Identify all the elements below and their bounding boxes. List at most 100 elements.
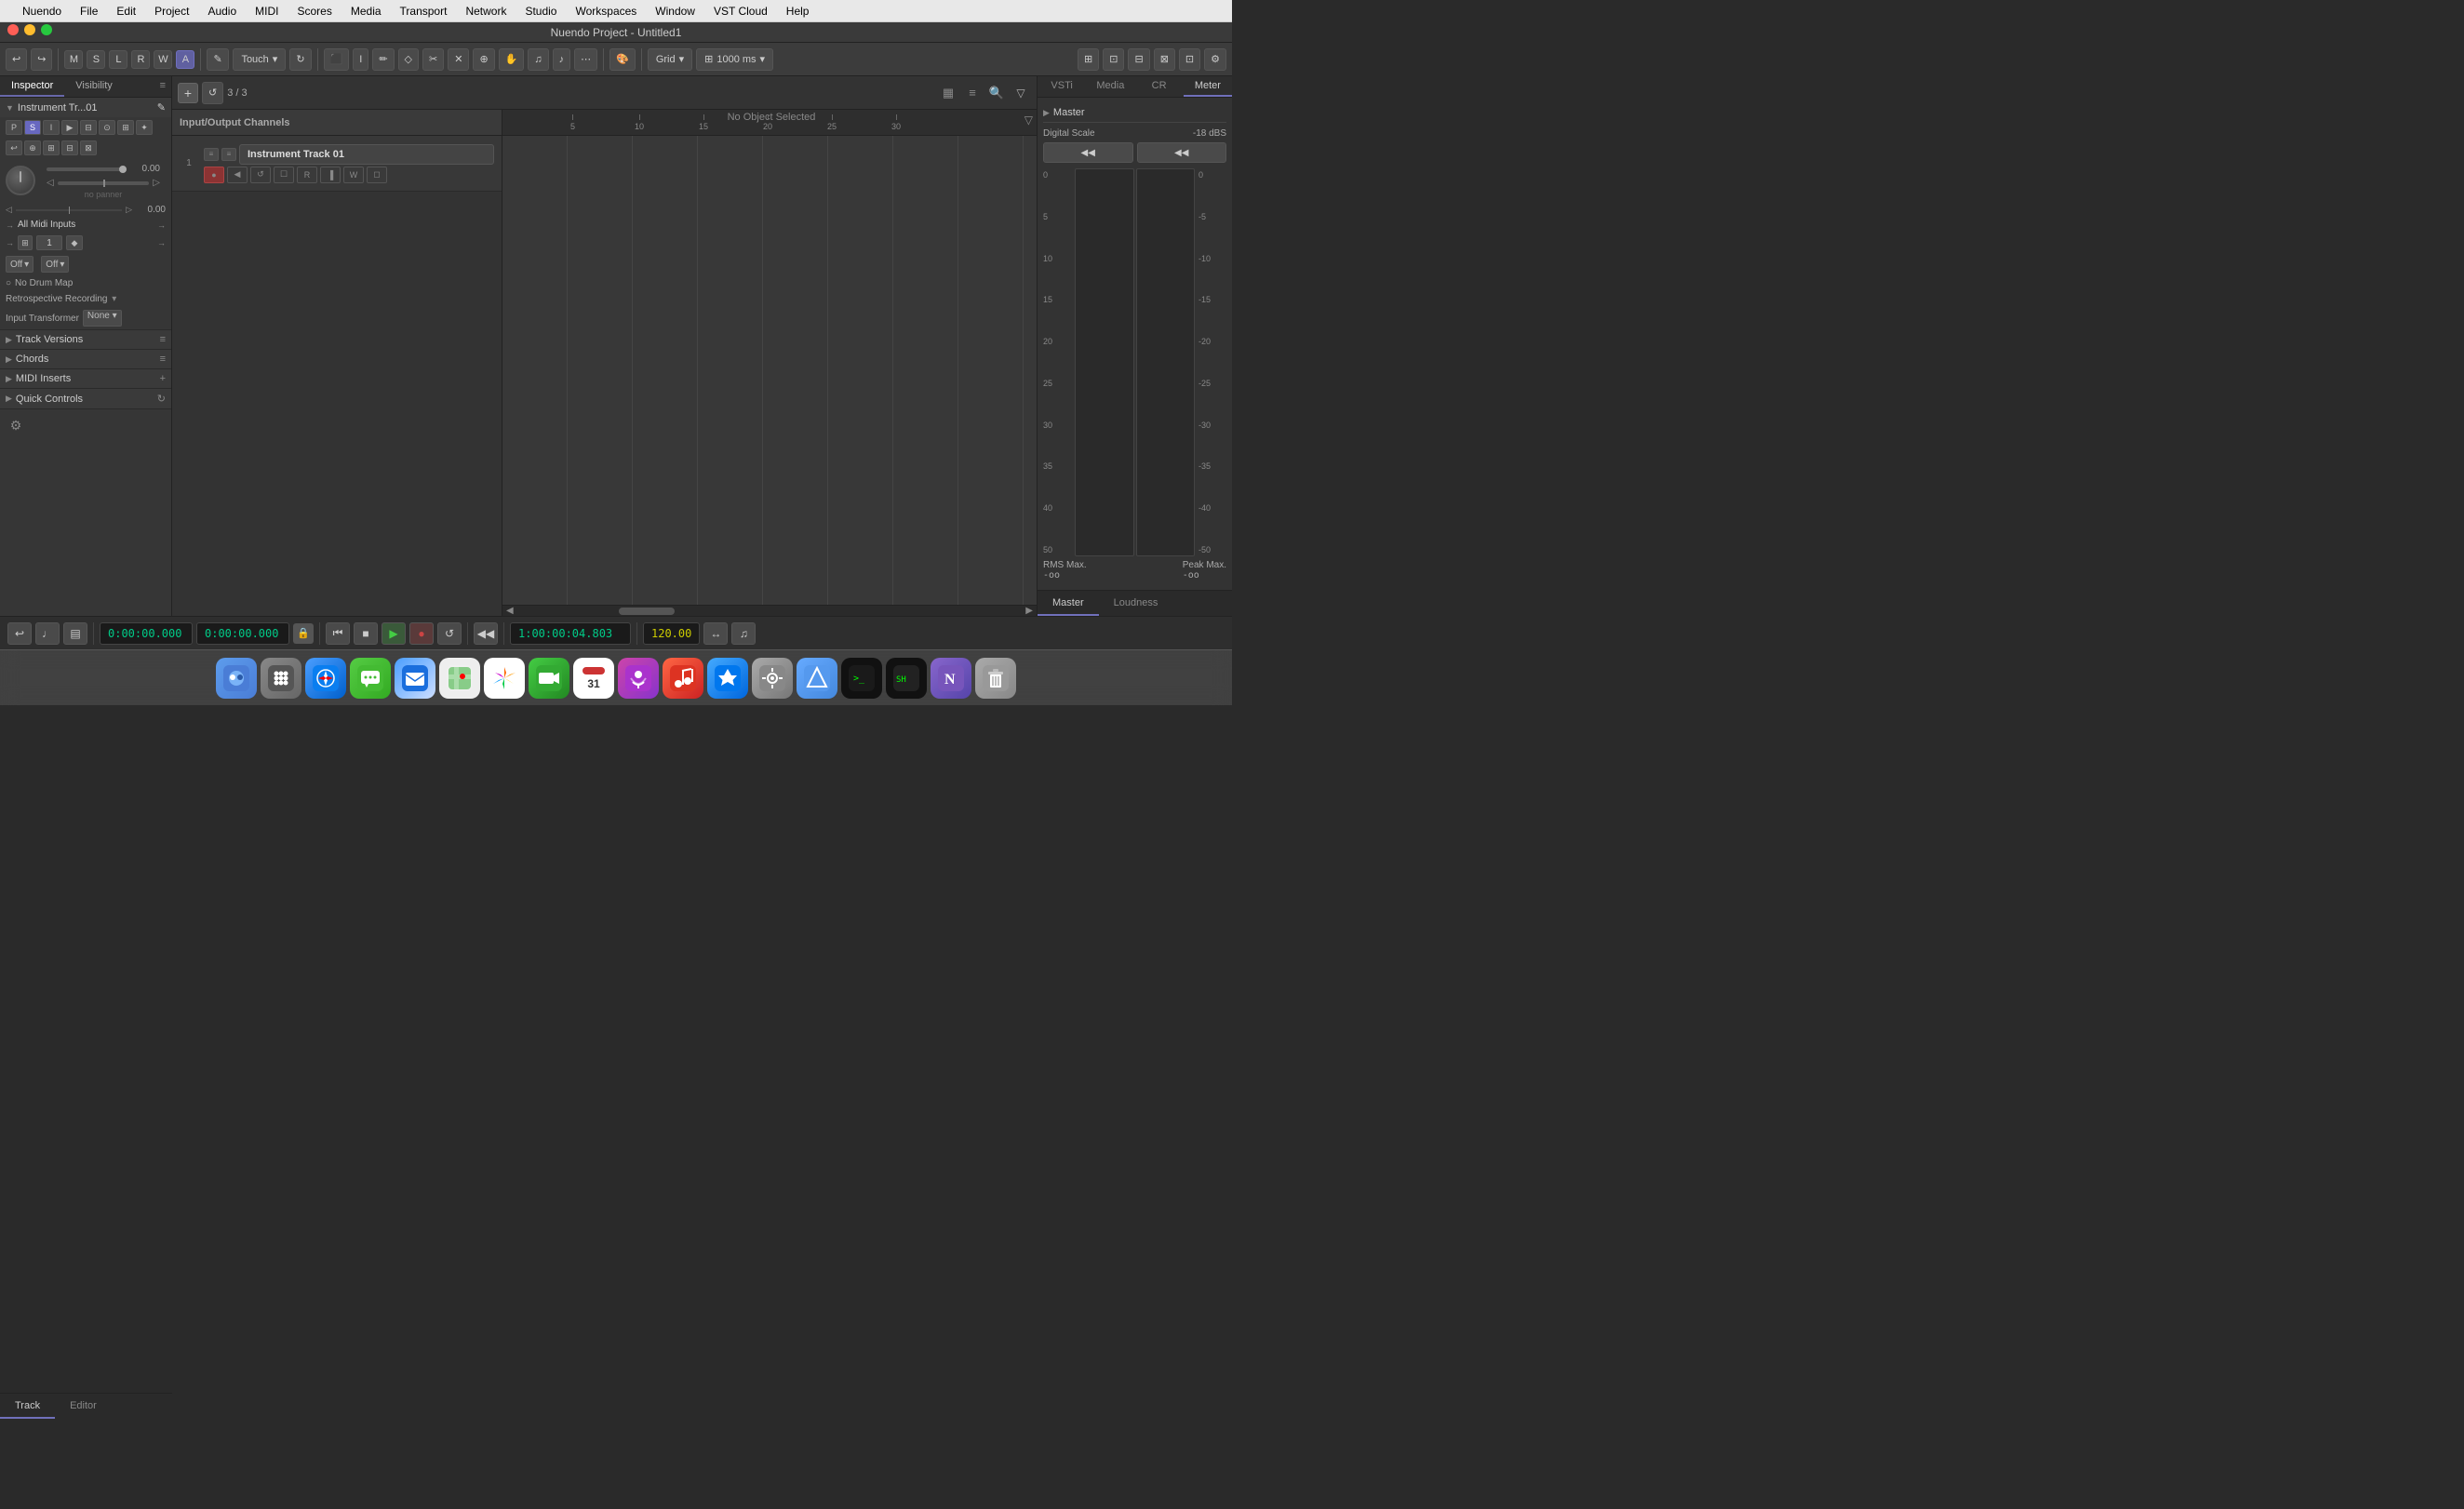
eraser-tool[interactable]: ◇ <box>398 48 419 71</box>
pencil-tool[interactable]: ✏ <box>372 48 394 71</box>
pan-slider[interactable] <box>58 181 150 185</box>
insp-btn-undo[interactable]: ↩ <box>6 140 22 155</box>
midi-inserts-header[interactable]: ▶ MIDI Inserts + <box>0 369 171 388</box>
track-r-btn[interactable]: R <box>297 167 317 183</box>
scroll-right-arrow[interactable]: ▶ <box>1025 606 1033 616</box>
menu-media[interactable]: Media <box>347 3 385 20</box>
track-reload-btn[interactable]: ↺ <box>250 167 271 183</box>
dock-item-settings[interactable] <box>752 658 793 699</box>
loudness-tab[interactable]: Loudness <box>1099 591 1173 616</box>
insp-btn-i[interactable]: I <box>43 120 60 135</box>
sync-btn[interactable]: ↔ <box>703 622 728 645</box>
close-button[interactable] <box>7 24 19 35</box>
auto-button[interactable]: ✎ <box>207 48 229 71</box>
qc-icon[interactable]: ↻ <box>157 393 166 405</box>
record-btn[interactable]: ● <box>409 622 434 645</box>
track-w-btn[interactable]: W <box>343 167 364 183</box>
end-time-display[interactable]: 1:00:00:04.803 <box>510 622 631 645</box>
quick-controls-header[interactable]: ▶ Quick Controls ↻ <box>0 389 171 408</box>
toolbar-right-3[interactable]: ⊟ <box>1128 48 1149 71</box>
range-tool[interactable]: I <box>353 48 368 71</box>
toolbar-right-2[interactable]: ⊡ <box>1103 48 1124 71</box>
insp-btn-box[interactable]: ⊠ <box>80 140 97 155</box>
input-transformer-dropdown[interactable]: None ▾ <box>83 310 122 327</box>
menu-scores[interactable]: Scores <box>293 3 335 20</box>
meter-ctrl-left[interactable]: ◀◀ <box>1043 142 1133 163</box>
inspector-tab[interactable]: Inspector <box>0 76 64 97</box>
dock-item-photos[interactable] <box>484 658 525 699</box>
dock-item-shell[interactable]: SH <box>886 658 927 699</box>
insp-btn-minus2[interactable]: ⊟ <box>61 140 78 155</box>
midi-inserts-icon[interactable]: + <box>160 373 166 384</box>
hand-tool[interactable]: ✋ <box>499 48 525 71</box>
cycle-button[interactable]: ↩ <box>7 622 32 645</box>
track-link-btn[interactable]: ◻ <box>367 167 387 183</box>
toolbar-settings[interactable]: ⚙ <box>1204 48 1226 71</box>
dock-item-calendar[interactable]: 31 <box>573 658 614 699</box>
track-monitor-btn[interactable]: ◀ <box>227 167 248 183</box>
dock-item-safari[interactable] <box>305 658 346 699</box>
toolbar-right-4[interactable]: ⊠ <box>1154 48 1175 71</box>
lock-button[interactable]: 🔒 <box>293 623 314 644</box>
dock-item-trash[interactable] <box>975 658 1016 699</box>
dock-item-mail[interactable] <box>395 658 435 699</box>
cycle-transport-btn[interactable]: ↺ <box>437 622 462 645</box>
insp-btn-grid[interactable]: ⊞ <box>117 120 134 135</box>
horizontal-scrollbar[interactable]: ◀ ▶ <box>502 605 1037 616</box>
time-display-right[interactable]: 0:00:00.000 <box>196 622 289 645</box>
undo-button[interactable]: ↩ <box>6 48 27 71</box>
dock-item-altair[interactable] <box>797 658 837 699</box>
off-left-dropdown[interactable]: Off ▾ <box>6 256 33 273</box>
prev-marker-btn[interactable]: ◀◀ <box>474 622 498 645</box>
mode-w[interactable]: W <box>154 50 172 69</box>
track-view-btn1[interactable]: ▦ <box>938 83 958 103</box>
track-rec-btn[interactable]: ● <box>204 167 224 183</box>
toolbar-right-1[interactable]: ⊞ <box>1078 48 1099 71</box>
vsti-tab[interactable]: VSTi <box>1038 76 1086 97</box>
insp-btn-circle[interactable]: ⊙ <box>99 120 115 135</box>
chords-header[interactable]: ▶ Chords ≡ <box>0 350 171 368</box>
menu-audio[interactable]: Audio <box>204 3 240 20</box>
media-tab[interactable]: Media <box>1086 76 1134 97</box>
mute-tool[interactable]: ♫ <box>528 48 548 71</box>
dock-item-music[interactable] <box>663 658 703 699</box>
mode-r[interactable]: R <box>131 50 150 69</box>
track-pad-btn[interactable]: ▐ <box>320 167 341 183</box>
dock-item-appstore[interactable] <box>707 658 748 699</box>
channel-diamond[interactable]: ◆ <box>66 235 83 250</box>
midi-input-expand[interactable]: → <box>157 220 166 230</box>
filter-icon[interactable]: ▽ <box>1024 114 1033 127</box>
dock-item-messages[interactable] <box>350 658 391 699</box>
dock-item-launchpad[interactable] <box>261 658 301 699</box>
goto-start-btn[interactable]: ⏮ <box>326 622 350 645</box>
master-bottom-tab[interactable]: Master <box>1038 591 1099 616</box>
dock-item-finder[interactable] <box>216 658 257 699</box>
menu-transport[interactable]: Transport <box>396 3 451 20</box>
refresh-button[interactable]: ↻ <box>289 48 311 71</box>
stop-btn[interactable]: ■ <box>354 622 378 645</box>
menu-file[interactable]: File <box>76 3 101 20</box>
more-tools[interactable]: ⋯ <box>574 48 597 71</box>
meter-tab[interactable]: Meter <box>1184 76 1232 97</box>
color-tool[interactable]: 🎨 <box>609 48 636 71</box>
redo-button[interactable]: ↪ <box>31 48 52 71</box>
canvas-area[interactable] <box>502 136 1037 605</box>
zoom-tool[interactable]: ⊕ <box>473 48 494 71</box>
track-history-btn[interactable]: ↺ <box>202 82 223 104</box>
menu-help[interactable]: Help <box>783 3 813 20</box>
menu-studio[interactable]: Studio <box>521 3 560 20</box>
select-tool[interactable]: ⬛ <box>324 48 350 71</box>
track-icon-2[interactable]: ≡ <box>221 148 236 161</box>
mode-m[interactable]: M <box>64 50 83 69</box>
glue-tool[interactable]: ✕ <box>448 48 469 71</box>
channel-dec[interactable]: ⊞ <box>18 235 33 250</box>
mode-l[interactable]: L <box>109 50 127 69</box>
menu-midi[interactable]: MIDI <box>251 3 282 20</box>
insp-btn-minus[interactable]: ⊟ <box>80 120 97 135</box>
snap-button[interactable]: ▤ <box>63 622 87 645</box>
insp-btn-s[interactable]: S <box>24 120 41 135</box>
menu-workspaces[interactable]: Workspaces <box>571 3 640 20</box>
insp-btn-p[interactable]: P <box>6 120 22 135</box>
toolbar-right-5[interactable]: ⊡ <box>1179 48 1200 71</box>
insp-btn-add[interactable]: ⊕ <box>24 140 41 155</box>
